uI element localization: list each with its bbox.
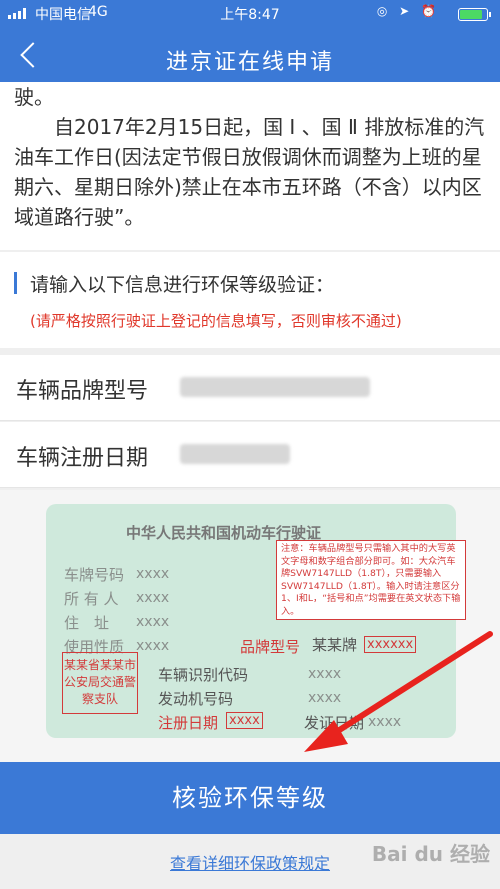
pointer-arrow-icon bbox=[304, 631, 493, 752]
notice-line: 驶。 bbox=[14, 85, 54, 109]
battery-icon bbox=[458, 8, 491, 21]
section-accent bbox=[14, 272, 17, 294]
model-input-tip: 注意：车辆品牌型号只需输入其中的大写英文字母和数字组合部分即可。如：大众汽车牌S… bbox=[276, 540, 466, 620]
reg-date-box: xxxx bbox=[226, 712, 263, 729]
owner-label: 所 有 人 bbox=[64, 590, 119, 608]
page-title: 进京证在线申请 bbox=[165, 50, 334, 75]
notice-paragraph: 自2017年2月15日起，国 Ⅰ 、国 Ⅱ 排放标准的汽油车工作日(因法定节假日… bbox=[14, 115, 485, 229]
verify-warning: (请严格按照行驶证上登记的信息填写，否则审核不通过) bbox=[30, 312, 402, 330]
status-icons: ◎ ➤ ⏰ bbox=[376, 4, 440, 18]
policy-notice: 驶。 自2017年2月15日起，国 Ⅰ 、国 Ⅱ 排放标准的汽油车工作日(因法定… bbox=[0, 82, 500, 250]
police-stamp: 某某省某某市公安局交通警察支队 bbox=[62, 652, 138, 714]
top-bar: 中国电信 4G 上午8:47 ◎ ➤ ⏰ 进京证在线申请 bbox=[0, 0, 500, 82]
usage-value: xxxx bbox=[136, 638, 170, 654]
register-date-row: 车辆注册日期 bbox=[0, 422, 500, 488]
plate-value: xxxx bbox=[136, 566, 170, 582]
address-label: 住 址 bbox=[64, 614, 110, 632]
register-date-label: 车辆注册日期 bbox=[16, 446, 149, 471]
verify-section: 请输入以下信息进行环保等级验证： (请严格按照行驶证上登记的信息填写，否则审核不… bbox=[0, 252, 500, 348]
owner-value: xxxx bbox=[136, 590, 170, 606]
address-value: xxxx bbox=[136, 614, 170, 630]
verify-heading: 请输入以下信息进行环保等级验证： bbox=[30, 274, 335, 296]
vehicle-model-row: 车辆品牌型号 bbox=[0, 355, 500, 421]
engine-label: 发动机号码 bbox=[158, 690, 234, 708]
vehicle-model-input[interactable] bbox=[180, 377, 370, 397]
vehicle-model-label: 车辆品牌型号 bbox=[16, 379, 149, 404]
plate-label: 车牌号码 bbox=[64, 566, 125, 584]
reg-date-label: 注册日期 bbox=[158, 714, 219, 732]
register-date-input[interactable] bbox=[180, 444, 290, 464]
watermark: Bai du 经验 bbox=[371, 842, 490, 866]
vin-label: 车辆识别代码 bbox=[158, 666, 249, 684]
verify-emission-button[interactable]: 核验环保等级 bbox=[0, 762, 500, 834]
status-bar: 中国电信 4G 上午8:47 ◎ ➤ ⏰ bbox=[0, 0, 500, 26]
